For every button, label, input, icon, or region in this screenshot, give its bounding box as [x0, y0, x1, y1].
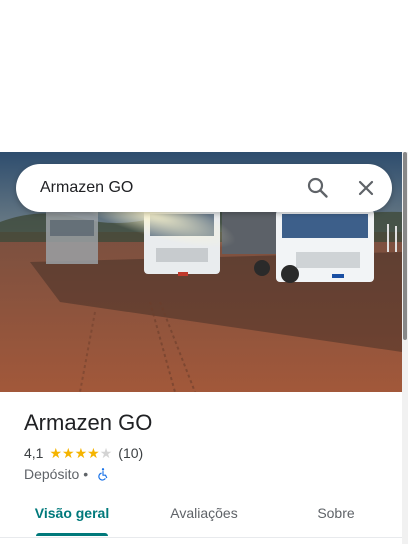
- rating-stars: ★ ★ ★ ★ ★: [49, 445, 112, 462]
- wheelchair-icon: [98, 468, 108, 481]
- search-icon: [307, 177, 328, 198]
- search-bar[interactable]: Armazen GO: [16, 164, 392, 212]
- close-button[interactable]: [350, 172, 382, 204]
- star-filled-icon: ★: [49, 444, 63, 461]
- star-empty-icon: ★: [99, 444, 113, 461]
- search-input[interactable]: Armazen GO: [40, 179, 133, 197]
- scrollbar-thumb[interactable]: [403, 152, 407, 340]
- tab-reviews[interactable]: Avaliações: [150, 490, 258, 536]
- star-filled-icon: ★: [62, 444, 75, 461]
- tab-overview[interactable]: Visão geral: [18, 490, 126, 536]
- close-icon: [358, 180, 374, 196]
- rating-value: 4,1: [24, 445, 44, 461]
- rating-row[interactable]: 4,1 ★ ★ ★ ★ ★ (10): [24, 444, 143, 462]
- star-filled-icon: ★: [74, 444, 88, 461]
- category-row: Depósito •: [24, 465, 110, 483]
- place-title: Armazen GO: [24, 410, 153, 435]
- star-filled-icon: ★: [87, 444, 100, 461]
- tab-divider: [0, 537, 402, 538]
- search-button[interactable]: [302, 172, 334, 204]
- tab-about[interactable]: Sobre: [282, 490, 390, 536]
- review-count[interactable]: (10): [118, 445, 143, 461]
- active-tab-indicator: [36, 533, 108, 536]
- separator: •: [83, 466, 89, 482]
- tab-bar: Visão geral Avaliações Sobre: [0, 490, 402, 538]
- category-label[interactable]: Depósito: [24, 466, 79, 482]
